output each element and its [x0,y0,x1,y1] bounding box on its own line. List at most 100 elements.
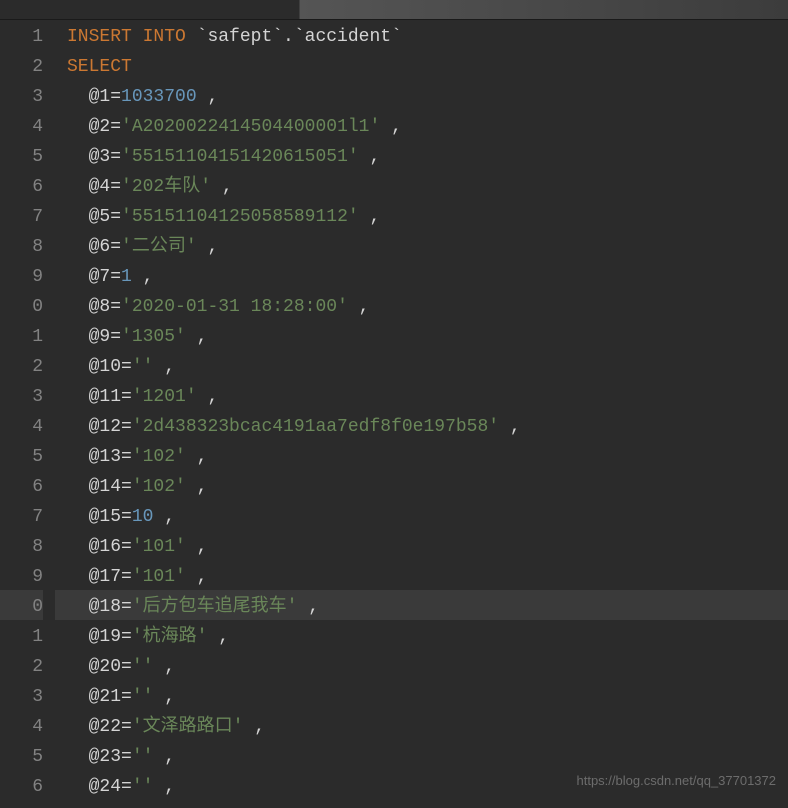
token-plain: , [297,597,319,617]
code-line[interactable]: @4='202车队' , [67,170,788,200]
token-plain: = [110,177,121,197]
code-line[interactable]: @7=1 , [67,260,788,290]
code-line[interactable]: @12='2d438323bcac4191aa7edf8f0e197b58' , [67,410,788,440]
code-line[interactable]: @20='' , [67,650,788,680]
token-identifier: @24 [89,777,121,797]
code-line[interactable]: @14='102' , [67,470,788,500]
code-line[interactable]: @22='文泽路路口' , [67,710,788,740]
token-keyword: SELECT [67,57,132,77]
code-line[interactable]: @17='101' , [67,560,788,590]
code-line[interactable]: @6='二公司' , [67,230,788,260]
line-number: 6 [0,170,43,200]
token-identifier: @10 [89,357,121,377]
token-identifier: accident [305,27,391,47]
token-plain: = [110,87,121,107]
token-plain: , [132,267,154,287]
line-number: 4 [0,710,43,740]
token-plain: = [110,147,121,167]
token-plain: = [110,297,121,317]
token-string: '' [132,687,154,707]
token-plain: , [153,507,175,527]
token-plain: = [110,267,121,287]
token-plain: = [121,687,132,707]
token-plain: , [186,477,208,497]
token-plain: = [121,357,132,377]
token-plain: , [380,117,402,137]
code-line[interactable]: @5='55151104125058589112' , [67,200,788,230]
token-plain: = [121,477,132,497]
line-number: 4 [0,110,43,140]
token-plain: = [121,627,132,647]
line-number: 5 [0,440,43,470]
token-identifier: @5 [89,207,111,227]
token-identifier: @3 [89,147,111,167]
token-plain: , [153,747,175,767]
token-plain: = [121,597,132,617]
token-plain: , [186,537,208,557]
token-plain: , [153,777,175,797]
token-keyword: INSERT INTO [67,27,186,47]
token-string: '杭海路' [132,627,208,647]
token-identifier: @14 [89,477,121,497]
code-line[interactable]: @10='' , [67,350,788,380]
code-line[interactable]: @21='' , [67,680,788,710]
token-identifier: @23 [89,747,121,767]
line-number: 5 [0,140,43,170]
code-line[interactable]: @16='101' , [67,530,788,560]
token-string: 'A2020022414504400001l1' [121,117,380,137]
code-content[interactable]: INSERT INTO `safept`.`accident` SELECT @1… [55,20,788,808]
token-string: '文泽路路口' [132,717,244,737]
code-line[interactable]: @2='A2020022414504400001l1' , [67,110,788,140]
code-line[interactable]: INSERT INTO `safept`.`accident` [67,20,788,50]
token-string: '1305' [121,327,186,347]
line-number: 9 [0,560,43,590]
code-line[interactable]: @8='2020-01-31 18:28:00' , [67,290,788,320]
line-number: 3 [0,680,43,710]
code-line[interactable]: @13='102' , [67,440,788,470]
token-number: 1033700 [121,87,197,107]
code-line[interactable]: SELECT [67,50,788,80]
token-plain: = [121,717,132,737]
token-string: '102' [132,477,186,497]
token-string: '二公司' [121,237,197,257]
token-string: '' [132,777,154,797]
code-line[interactable]: @18='后方包车追尾我车' , [55,590,788,620]
token-plain: , [359,147,381,167]
token-identifier: @8 [89,297,111,317]
token-plain: = [110,207,121,227]
code-line[interactable]: @3='55151104151420615051' , [67,140,788,170]
token-string: '102' [132,447,186,467]
code-line[interactable]: @19='杭海路' , [67,620,788,650]
token-plain: = [110,237,121,257]
token-identifier: @20 [89,657,121,677]
token-identifier: @13 [89,447,121,467]
token-string: '101' [132,567,186,587]
code-line[interactable]: @15=10 , [67,500,788,530]
line-number: 7 [0,200,43,230]
token-identifier: @9 [89,327,111,347]
token-string: '' [132,357,154,377]
token-string: '' [132,747,154,767]
token-identifier: @16 [89,537,121,557]
token-plain: , [243,717,265,737]
code-line[interactable]: @11='1201' , [67,380,788,410]
code-line[interactable]: @9='1305' , [67,320,788,350]
token-identifier: @6 [89,237,111,257]
token-identifier: @1 [89,87,111,107]
token-plain: , [197,87,219,107]
token-plain: `.` [272,27,304,47]
token-string: '后方包车追尾我车' [132,597,298,617]
token-identifier: @15 [89,507,121,527]
line-number: 1 [0,320,43,350]
watermark-text: https://blog.csdn.net/qq_37701372 [577,766,777,796]
token-plain: = [121,747,132,767]
token-identifier: @12 [89,417,121,437]
editor-tab-bar [0,0,788,20]
code-line[interactable]: @1=1033700 , [67,80,788,110]
token-string: '55151104125058589112' [121,207,359,227]
token-plain: , [348,297,370,317]
code-editor[interactable]: 12345678901234567890123456 INSERT INTO `… [0,20,788,808]
token-plain: = [121,507,132,527]
line-number: 0 [0,290,43,320]
token-plain: = [110,327,121,347]
